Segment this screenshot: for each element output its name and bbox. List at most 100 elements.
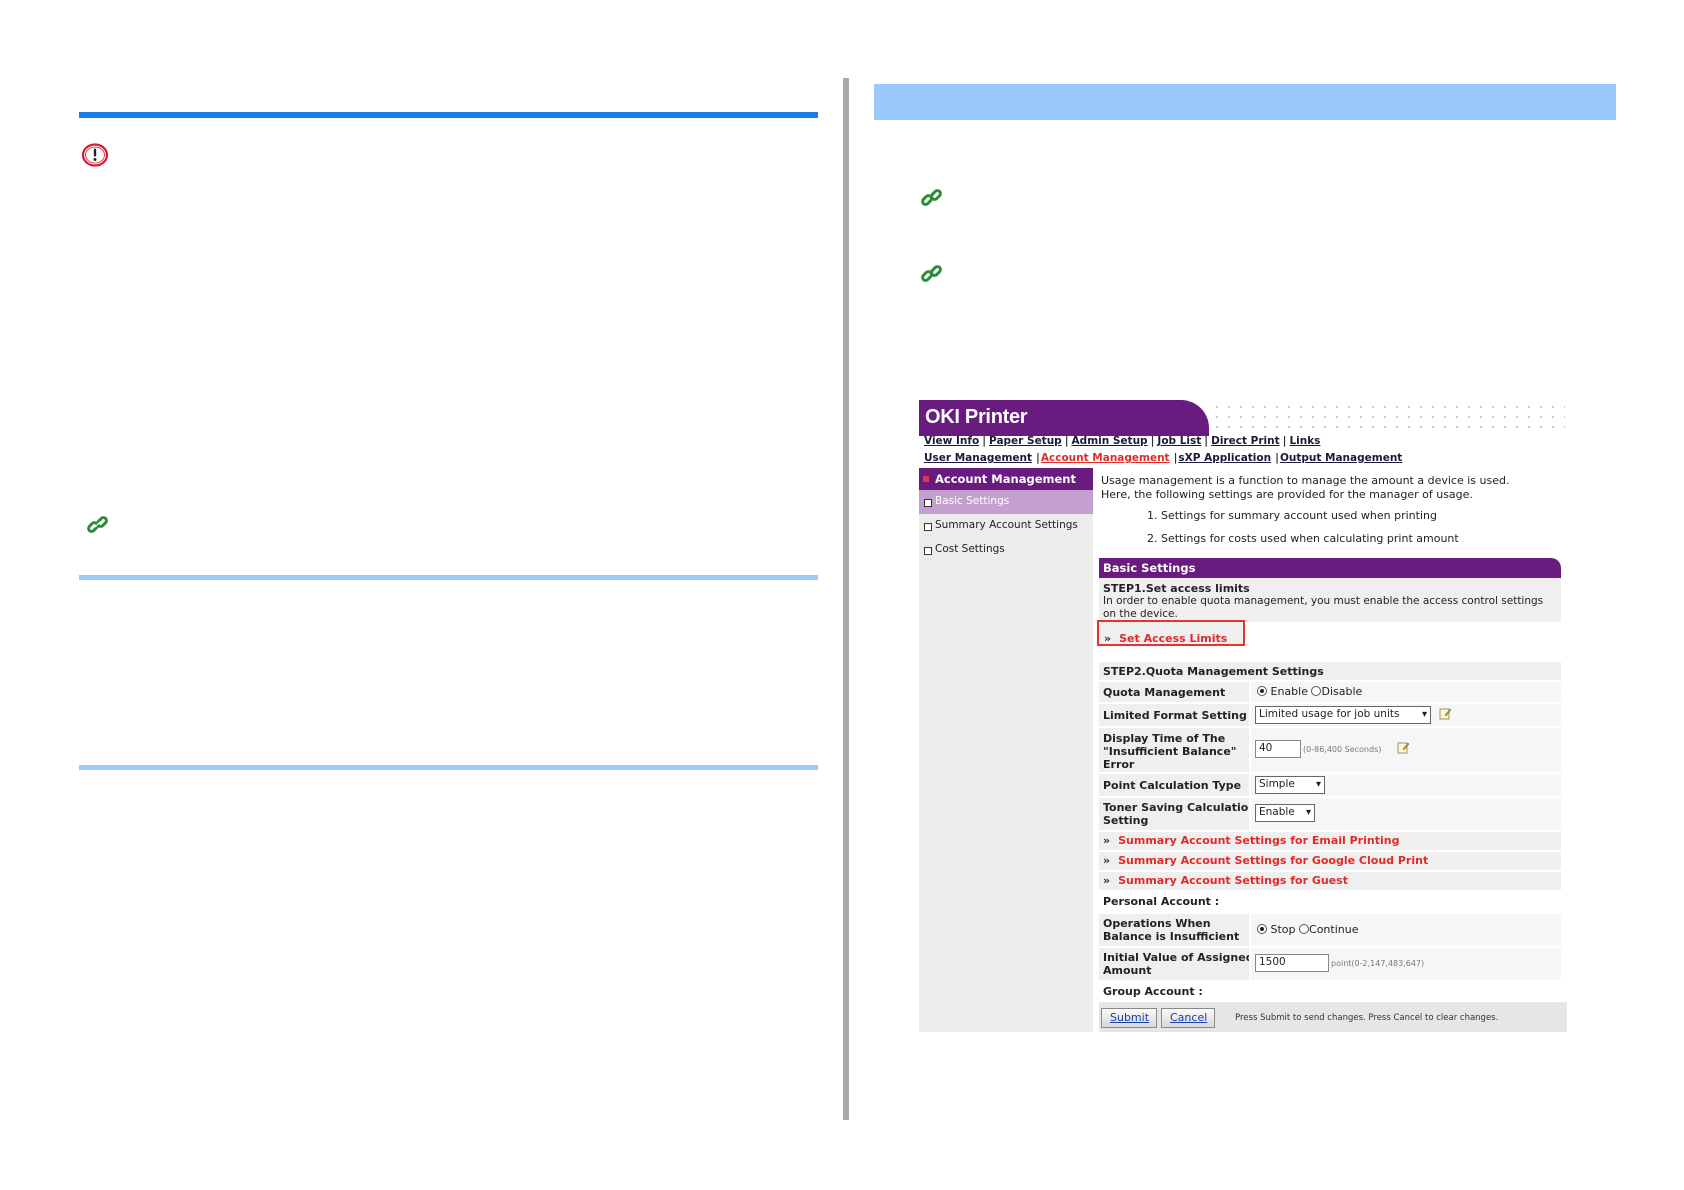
- group-account-label: Group Account :: [1103, 985, 1203, 998]
- intro-line-1: Usage management is a function to manage…: [1101, 474, 1510, 487]
- stop-label: Stop: [1270, 923, 1296, 936]
- guest-link[interactable]: Summary Account Settings for Guest: [1118, 874, 1348, 887]
- toner-saving-value: Enable: [1259, 806, 1295, 818]
- point-calc-select[interactable]: Simple ▾: [1255, 776, 1325, 794]
- chevron-icon: »: [1103, 874, 1111, 887]
- sidebar-item-summary-account-settings[interactable]: Summary Account Settings: [919, 514, 1093, 538]
- step1-row: STEP1.Set access limits In order to enab…: [1099, 578, 1561, 622]
- intro-item-1: 1. Settings for summary account used whe…: [1147, 509, 1437, 522]
- step2-row: STEP2.Quota Management Settings: [1099, 662, 1561, 680]
- limited-format-row: Limited Format Setting Limited usage for…: [1099, 704, 1561, 726]
- submit-button[interactable]: Submit: [1101, 1008, 1157, 1028]
- nav-sxp-application[interactable]: sXP Application: [1178, 452, 1271, 464]
- set-access-limits-link[interactable]: Set Access Limits: [1119, 632, 1227, 645]
- sidebar-item-cost-settings[interactable]: Cost Settings: [919, 538, 1093, 562]
- nav-job-list[interactable]: Job List: [1157, 435, 1201, 447]
- limited-format-label: Limited Format Setting: [1103, 709, 1247, 722]
- sidebar-title: Account Management: [919, 468, 1093, 490]
- intro-item-2: 2. Settings for costs used when calculat…: [1147, 532, 1459, 545]
- display-time-label-1: Display Time of The: [1103, 732, 1226, 745]
- nav-view-info[interactable]: View Info: [924, 435, 979, 447]
- ops-insufficient-row: Operations When Balance is Insufficient …: [1099, 914, 1561, 946]
- nav-user-management[interactable]: User Management: [924, 452, 1032, 464]
- ops-insufficient-label-1: Operations When: [1103, 917, 1211, 930]
- link-chain-icon[interactable]: [86, 514, 110, 536]
- initial-value-label-1: Initial Value of Assigned: [1103, 951, 1254, 964]
- note-pencil-icon[interactable]: [1439, 707, 1451, 720]
- initial-value-row: Initial Value of Assigned Amount 1500 po…: [1099, 948, 1561, 980]
- continue-label: Continue: [1309, 923, 1359, 936]
- cancel-button[interactable]: Cancel: [1161, 1008, 1215, 1028]
- guest-link-row: » Summary Account Settings for Guest: [1099, 872, 1561, 890]
- nav-account-management[interactable]: Account Management: [1041, 452, 1170, 464]
- nav-output-management[interactable]: Output Management: [1280, 452, 1402, 464]
- chevron-icon: »: [1103, 834, 1111, 847]
- step1-description: In order to enable quota management, you…: [1103, 595, 1544, 620]
- personal-account-row: Personal Account :: [1099, 892, 1561, 912]
- intro-line-2: Here, the following settings are provide…: [1101, 488, 1473, 501]
- quota-disable-label: Disable: [1321, 685, 1363, 698]
- chevron-down-icon: ▾: [1421, 709, 1427, 720]
- sidebar: Account Management Basic Settings Summar…: [919, 468, 1093, 1032]
- chevron-down-icon: ▾: [1305, 807, 1311, 818]
- toner-saving-label-1: Toner Saving Calculation: [1103, 801, 1257, 814]
- continue-radio[interactable]: [1299, 924, 1310, 934]
- step1-title: STEP1.Set access limits: [1103, 582, 1250, 595]
- printer-web-ui-screenshot: OKI Printer View Info | Paper Setup | Admin …: [919, 398, 1567, 1032]
- basic-settings-header: Basic Settings: [1099, 558, 1561, 578]
- nav-admin-setup[interactable]: Admin Setup: [1072, 435, 1148, 447]
- ops-insufficient-label-2: Balance is Insufficient: [1103, 930, 1240, 943]
- quota-management-row: Quota Management Enable Disable: [1099, 682, 1561, 702]
- top-nav-row-1: View Info | Paper Setup | Admin Setup | Job Li…: [924, 435, 1321, 447]
- stop-radio[interactable]: [1257, 924, 1267, 934]
- display-time-input[interactable]: 40: [1255, 740, 1301, 758]
- email-printing-link[interactable]: Summary Account Settings for Email Print…: [1118, 834, 1399, 847]
- group-account-row: Group Account :: [1099, 982, 1561, 1002]
- email-printing-link-row: » Summary Account Settings for Email Prin…: [1099, 832, 1561, 850]
- quota-enable-label: Enable: [1270, 685, 1308, 698]
- limited-format-value: Limited usage for job units: [1259, 708, 1400, 720]
- personal-account-label: Personal Account :: [1103, 895, 1220, 908]
- quota-enable-radio[interactable]: [1257, 686, 1267, 696]
- chevron-down-icon: ▾: [1315, 779, 1321, 790]
- initial-value-hint: point(0-2,147,483,647): [1331, 959, 1425, 968]
- caution-icon: [81, 143, 109, 167]
- limited-format-select[interactable]: Limited usage for job units ▾: [1255, 706, 1431, 724]
- display-time-label-3: Error: [1103, 758, 1135, 771]
- sidebar-item-basic-settings[interactable]: Basic Settings: [919, 490, 1093, 514]
- point-calc-value: Simple: [1259, 778, 1295, 790]
- initial-value-input[interactable]: 1500: [1255, 954, 1329, 972]
- chevron-icon: »: [1104, 632, 1112, 645]
- display-time-hint: (0-86,400 Seconds): [1303, 745, 1382, 754]
- footer-note: Press Submit to send changes. Press Canc…: [1235, 1013, 1499, 1023]
- link-chain-icon[interactable]: [920, 187, 944, 209]
- google-cloud-link-row: » Summary Account Settings for Google Clo…: [1099, 852, 1561, 870]
- form-footer: Submit Cancel Press Submit to send chang…: [1099, 1002, 1567, 1032]
- decorative-dots: [1211, 402, 1565, 432]
- quota-management-label: Quota Management: [1103, 686, 1226, 699]
- nav-direct-print[interactable]: Direct Print: [1211, 435, 1279, 447]
- section-rule-secondary: [79, 575, 818, 580]
- column-divider: [843, 78, 849, 1120]
- section-rule-primary: [79, 112, 818, 118]
- point-calc-row: Point Calculation Type Simple ▾: [1099, 774, 1561, 796]
- quota-disable-radio[interactable]: [1311, 686, 1322, 696]
- nav-links[interactable]: Links: [1289, 435, 1320, 447]
- link-chain-icon[interactable]: [920, 263, 944, 285]
- section-rule-secondary-2: [79, 765, 818, 770]
- chevron-icon: »: [1103, 854, 1111, 867]
- toner-saving-row: Toner Saving Calculation Setting Enable ▾: [1099, 798, 1561, 830]
- section-header-bar: [874, 84, 1616, 120]
- top-nav-row-2: User Management |Account Management |sXP A…: [924, 452, 1403, 464]
- note-pencil-icon[interactable]: [1397, 741, 1409, 754]
- display-time-label-2: "Insufficient Balance": [1103, 745, 1237, 758]
- toner-saving-label-2: Setting: [1103, 814, 1149, 827]
- toner-saving-select[interactable]: Enable ▾: [1255, 804, 1315, 822]
- google-cloud-print-link[interactable]: Summary Account Settings for Google Clou…: [1118, 854, 1428, 867]
- nav-paper-setup[interactable]: Paper Setup: [989, 435, 1062, 447]
- display-time-row: Display Time of The "Insufficient Balanc…: [1099, 728, 1561, 772]
- brand-banner: OKI Printer: [919, 400, 1209, 436]
- step2-title: STEP2.Quota Management Settings: [1103, 665, 1324, 678]
- point-calc-label: Point Calculation Type: [1103, 779, 1242, 792]
- initial-value-label-2: Amount: [1103, 964, 1152, 977]
